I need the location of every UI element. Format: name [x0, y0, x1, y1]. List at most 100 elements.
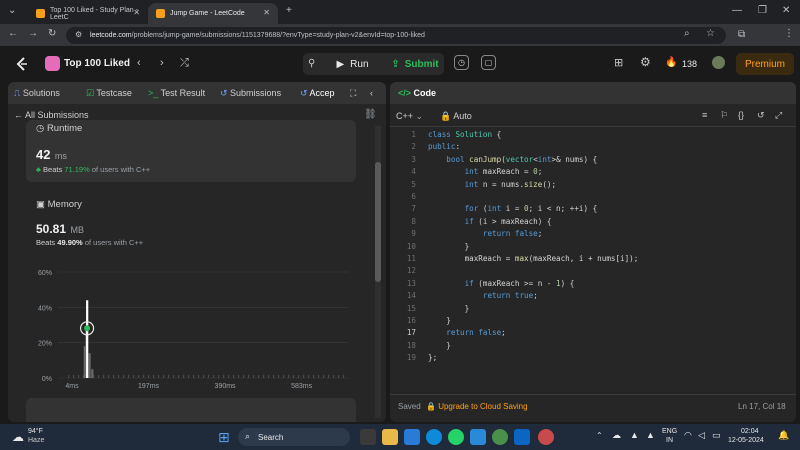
close-tab-icon[interactable]: ✕ — [133, 8, 140, 17]
code-line[interactable]: } — [428, 304, 470, 313]
tab-accepted[interactable]: ↺ Accep — [300, 88, 335, 99]
vscode-icon[interactable] — [470, 429, 486, 445]
linkedin-icon[interactable] — [514, 429, 530, 445]
minimize-icon[interactable]: — — [732, 5, 742, 16]
code-line[interactable]: maxReach = max(maxReach, i + nums[i]); — [428, 254, 639, 263]
restore-icon[interactable]: ❐ — [758, 5, 767, 16]
chart-bar[interactable] — [91, 369, 94, 378]
url-input[interactable]: ⚙ leetcode.com/problems/jump-game/submis… — [66, 27, 726, 44]
code-line[interactable]: return false; — [428, 328, 505, 337]
browser-menu-icon[interactable]: ⋮ — [784, 28, 794, 39]
settings-gear-icon[interactable]: ⚙ — [640, 55, 651, 69]
braces-icon[interactable]: {} — [738, 110, 744, 120]
browser-tab-study-plan[interactable]: Top 100 Liked - Study Plan - LeetC ✕ — [28, 3, 148, 24]
code-line[interactable]: return false; — [428, 229, 542, 238]
next-problem-icon[interactable]: › — [160, 57, 164, 69]
study-plan-title[interactable]: Top 100 Liked — [64, 58, 130, 69]
layout-grid-icon[interactable]: ⊞ — [614, 56, 623, 69]
site-info-icon[interactable]: ⚙ — [75, 30, 82, 39]
shuffle-icon[interactable]: ⤮ — [180, 57, 189, 70]
battery-icon[interactable]: ▭ — [712, 430, 721, 441]
new-tab-icon[interactable]: + — [286, 5, 292, 16]
submit-button[interactable]: ⇪ Submit — [385, 53, 445, 75]
fullscreen-icon[interactable]: ⤢ — [775, 110, 782, 121]
code-preview-card[interactable] — [26, 398, 356, 422]
close-tab-icon[interactable]: ✕ — [263, 8, 270, 17]
debug-icon[interactable]: ⚲ — [308, 58, 315, 69]
clock-date[interactable]: 12-05-2024 — [728, 437, 764, 444]
share-link-icon[interactable]: ⛓ — [364, 109, 377, 120]
reset-icon[interactable]: ↺ — [757, 110, 765, 121]
file-explorer-icon[interactable] — [382, 429, 398, 445]
code-line[interactable]: bool canJump(vector<int>& nums) { — [428, 155, 597, 164]
task-view-icon[interactable] — [360, 429, 376, 445]
tab-test-result[interactable]: >_ Test Result — [148, 88, 205, 98]
notes-icon[interactable]: ▢ — [481, 55, 496, 70]
leetcode-logo-icon[interactable] — [14, 56, 30, 72]
streak-count[interactable]: 138 — [682, 59, 697, 69]
runtime-card[interactable]: ◷ Runtime 42 ms ♣ Beats 71.19% of users … — [26, 120, 356, 182]
weather-icon[interactable]: ☁ — [12, 430, 24, 444]
extensions-icon[interactable]: ⧉ — [738, 29, 745, 40]
study-plan-icon[interactable] — [45, 56, 60, 71]
zoom-icon[interactable]: ⌕ — [684, 28, 690, 39]
scrollbar-thumb[interactable] — [375, 162, 381, 282]
tab-submissions[interactable]: ↺ Submissions — [220, 88, 281, 99]
bookmark-star-icon[interactable]: ☆ — [706, 28, 715, 39]
tray-chevron-icon[interactable]: ⌃ — [596, 431, 603, 440]
tab-search-icon[interactable]: ⌄ — [8, 5, 16, 16]
streak-fire-icon[interactable]: 🔥 — [665, 57, 677, 68]
browser-tab-jump-game[interactable]: Jump Game - LeetCode ✕ — [148, 3, 278, 24]
reload-icon[interactable]: ↻ — [48, 28, 56, 39]
user-avatar[interactable] — [712, 56, 725, 69]
chrome-profile-icon[interactable] — [538, 429, 554, 445]
back-icon[interactable]: ← — [8, 28, 18, 39]
language-indicator[interactable]: ENG — [662, 428, 677, 435]
tab-solutions[interactable]: ⎍ Solutions — [14, 88, 60, 99]
runtime-distribution-chart[interactable]: 60% 40% 20% 0% 4ms 197ms 390ms 583ms — [26, 260, 356, 390]
forward-icon[interactable]: → — [28, 28, 38, 39]
store-icon[interactable] — [404, 429, 420, 445]
clock-time[interactable]: 02:04 — [741, 428, 759, 435]
collapse-icon[interactable]: ‹ — [370, 88, 373, 98]
whatsapp-icon[interactable] — [448, 429, 464, 445]
upgrade-cloud-link[interactable]: 🔒 Upgrade to Cloud Saving — [426, 402, 528, 411]
chart-bar[interactable] — [86, 300, 89, 378]
code-line[interactable]: } — [428, 316, 451, 325]
code-line[interactable]: return true; — [428, 291, 538, 300]
notifications-icon[interactable]: 🔔 — [778, 430, 789, 441]
chart-bar[interactable] — [88, 353, 91, 378]
code-line[interactable]: int n = nums.size(); — [428, 180, 556, 189]
weather-desc[interactable]: Haze — [28, 437, 44, 444]
chrome-icon[interactable] — [492, 429, 508, 445]
taskbar-search[interactable]: ⌕ Search — [238, 428, 350, 446]
run-button[interactable]: ▶ Run — [325, 53, 380, 75]
weather-temp[interactable]: 94°F — [28, 428, 43, 435]
language-region[interactable]: IN — [666, 437, 673, 444]
edge-icon[interactable] — [426, 429, 442, 445]
code-line[interactable]: for (int i = 0; i < n; ++i) { — [428, 204, 598, 213]
code-line[interactable]: if (i > maxReach) { — [428, 217, 552, 226]
code-line[interactable]: } — [428, 242, 470, 251]
timer-icon[interactable]: ◷ — [454, 55, 469, 70]
wifi-icon[interactable]: ◠ — [684, 430, 692, 441]
windows-start-icon[interactable]: ⊞ — [218, 429, 230, 446]
code-line[interactable]: class Solution { — [428, 130, 501, 139]
code-line[interactable]: }; — [428, 353, 437, 362]
tab-testcase[interactable]: ☑ Testcase — [86, 88, 132, 99]
tray-app2-icon[interactable]: ▲ — [646, 430, 655, 440]
onedrive-icon[interactable]: ☁ — [612, 430, 621, 441]
auto-mode-toggle[interactable]: 🔒 Auto — [440, 111, 472, 122]
code-line[interactable]: int maxReach = 0; — [428, 167, 543, 176]
premium-button[interactable]: Premium — [736, 53, 794, 75]
format-icon[interactable]: ≡ — [702, 110, 707, 120]
bookmark-icon[interactable]: ⚐ — [720, 110, 728, 121]
code-line[interactable]: if (maxReach >= n - 1) { — [428, 279, 575, 288]
memory-section[interactable]: ▣ Memory — [36, 199, 82, 210]
language-select[interactable]: C++ ⌄ — [396, 111, 423, 122]
maximize-icon[interactable]: ⛶ — [350, 88, 356, 99]
code-line[interactable]: public: — [428, 142, 460, 151]
close-window-icon[interactable]: ✕ — [782, 5, 790, 16]
volume-icon[interactable]: ◁ — [698, 430, 705, 441]
code-line[interactable]: } — [428, 341, 451, 350]
